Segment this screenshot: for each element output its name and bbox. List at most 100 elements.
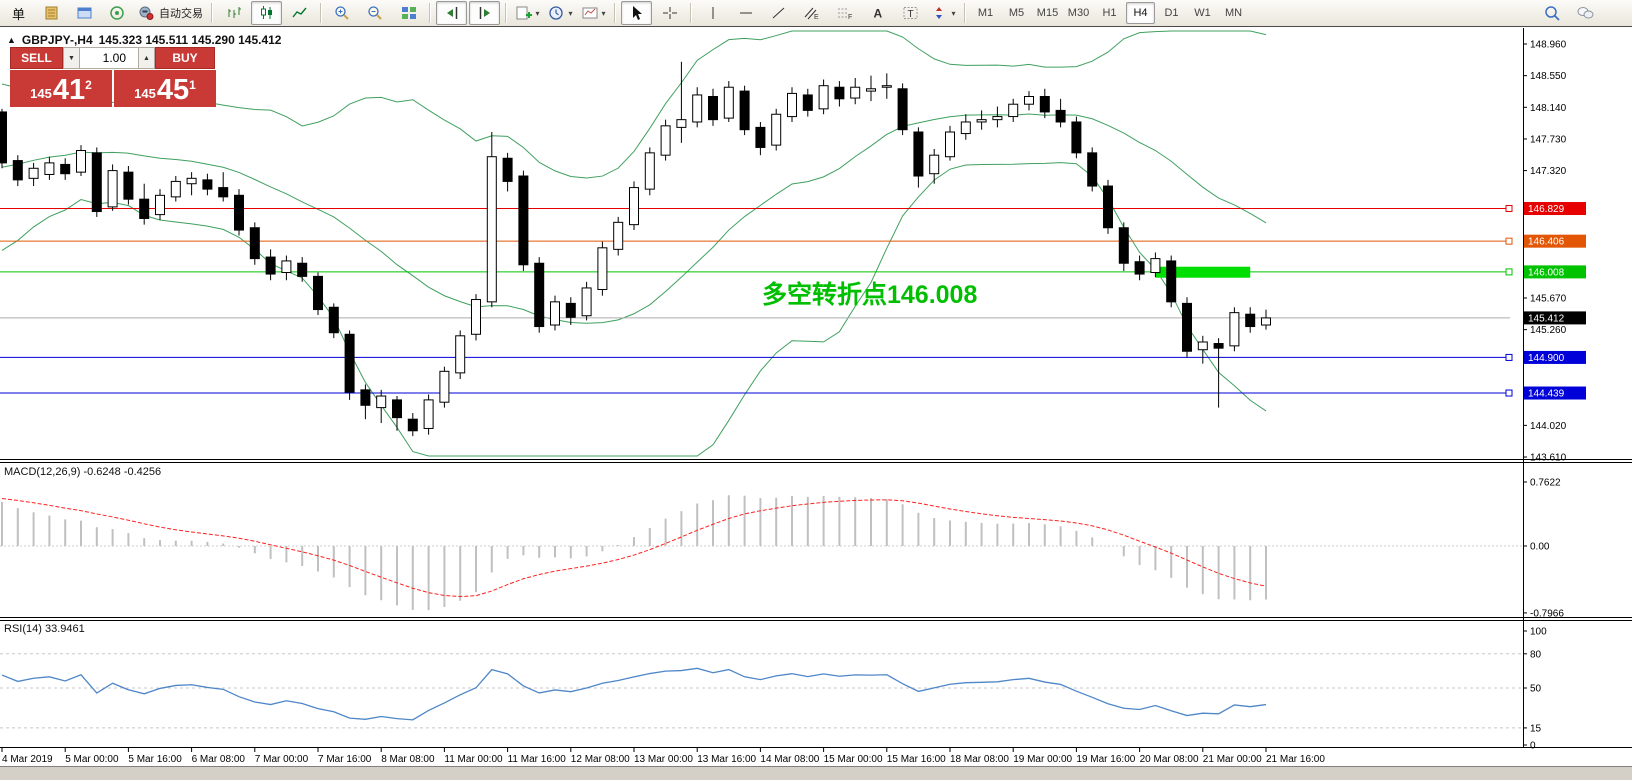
periods-button[interactable]: ▾: [545, 1, 576, 25]
zoom-out-button[interactable]: [360, 1, 391, 25]
signals-icon[interactable]: [102, 1, 133, 25]
volume-decrease-button[interactable]: ▼: [63, 47, 80, 69]
svg-text:F: F: [848, 14, 852, 21]
bear-candle: [503, 158, 512, 181]
bull-candle: [187, 178, 196, 183]
market-watch-icon[interactable]: [36, 1, 67, 25]
bear-candle: [329, 307, 338, 332]
bear-candle: [235, 195, 244, 230]
macd-axis-tick: 0.00: [1530, 542, 1550, 553]
arrows-icon: [931, 5, 949, 21]
collapse-arrow-icon[interactable]: ▲: [7, 35, 16, 45]
chart-area[interactable]: 多空转折点146.008148.960148.550148.140147.730…: [0, 0, 1632, 780]
rsi-axis-tick: 100: [1530, 627, 1547, 638]
timeframe-h4-button[interactable]: H4: [1126, 2, 1155, 24]
cursor-button[interactable]: [621, 1, 652, 25]
fibonacci-button[interactable]: F: [829, 1, 860, 25]
trendline-button[interactable]: [763, 1, 794, 25]
zoom-in-button[interactable]: [327, 1, 358, 25]
channel-button[interactable]: E: [796, 1, 827, 25]
auto-trading-button[interactable]: 自动交易: [135, 1, 206, 25]
timeframe-mn-button[interactable]: MN: [1219, 2, 1248, 24]
channel-icon: E: [803, 5, 821, 21]
dropdown-arrow-icon[interactable]: ▾: [951, 9, 955, 18]
rsi-axis-tick: 0: [1530, 741, 1536, 752]
bull-candle: [882, 86, 891, 88]
arrows-button[interactable]: ▾: [928, 1, 959, 25]
candlestick-chart-button[interactable]: [251, 1, 282, 25]
time-axis-label: 13 Mar 00:00: [634, 754, 693, 765]
timeframe-m30-button[interactable]: M30: [1064, 2, 1093, 24]
window-footer: [0, 766, 1632, 780]
bull-candle: [424, 400, 433, 429]
rsi-axis-tick: 80: [1530, 649, 1542, 660]
timeframe-m1-button[interactable]: M1: [971, 2, 1000, 24]
bear-candle: [1167, 261, 1176, 302]
time-axis-label: 14 Mar 08:00: [760, 754, 819, 765]
bull-candle: [156, 195, 165, 214]
bull-candle: [661, 126, 670, 155]
time-axis-label: 19 Mar 16:00: [1076, 754, 1135, 765]
timeframe-w1-button[interactable]: W1: [1188, 2, 1217, 24]
dropdown-arrow-icon[interactable]: ▾: [535, 9, 539, 18]
bull-candle: [1198, 342, 1207, 350]
volume-input[interactable]: [80, 47, 138, 69]
tile-windows-button[interactable]: [393, 1, 424, 25]
auto-scroll-button[interactable]: [469, 1, 500, 25]
bull-candle: [108, 171, 117, 207]
bear-candle: [314, 276, 323, 309]
timeframe-d1-button[interactable]: D1: [1157, 2, 1186, 24]
annotation-text[interactable]: 多空转折点146.008: [762, 280, 977, 309]
sell-price-display[interactable]: 145 41 2: [10, 70, 112, 107]
text-button[interactable]: A: [862, 1, 893, 25]
dropdown-arrow-icon[interactable]: ▾: [601, 9, 605, 18]
bear-candle: [1104, 186, 1113, 228]
bear-candle: [1040, 96, 1049, 111]
timeframe-m15-button[interactable]: M15: [1033, 2, 1062, 24]
buy-price-pips: 45: [157, 77, 189, 104]
bull-candle: [993, 117, 1002, 120]
buy-price-display[interactable]: 145 45 1: [114, 70, 216, 107]
symbol-period-label: GBPJPY-,H4: [22, 33, 93, 47]
bull-candle: [551, 302, 560, 325]
bull-candle: [472, 300, 481, 335]
bear-candle: [13, 161, 22, 180]
linechart-icon: [291, 5, 309, 21]
indicators-button[interactable]: ▾: [512, 1, 543, 25]
vertical-line-button[interactable]: [697, 1, 728, 25]
timeframe-h1-button[interactable]: H1: [1095, 2, 1124, 24]
text-label-button[interactable]: T: [895, 1, 926, 25]
shift-end-button[interactable]: [436, 1, 467, 25]
bull-candle: [930, 155, 939, 174]
sell-button[interactable]: SELL: [10, 47, 63, 69]
terminal-icon[interactable]: [69, 1, 100, 25]
timeframe-m5-button[interactable]: M5: [1002, 2, 1031, 24]
buy-button[interactable]: BUY: [155, 47, 215, 69]
volume-increase-button[interactable]: ▲: [138, 47, 155, 69]
bull-candle: [45, 163, 54, 175]
chat-icon[interactable]: [1570, 1, 1601, 25]
bull-candle: [1025, 96, 1034, 104]
macd-axis-tick: 0.7622: [1530, 477, 1561, 488]
bear-candle: [92, 153, 101, 212]
bar-chart-button[interactable]: [218, 1, 249, 25]
toolbar-separator: [614, 3, 616, 23]
bull-candle: [77, 151, 86, 173]
bull-candle: [851, 87, 860, 98]
horizontal-line-button[interactable]: [730, 1, 761, 25]
svg-text:T: T: [907, 9, 913, 20]
bear-candle: [124, 172, 133, 199]
dropdown-arrow-icon[interactable]: ▾: [568, 9, 572, 18]
templates-button[interactable]: ▾: [578, 1, 609, 25]
book-icon: [43, 5, 61, 21]
bull-candle: [377, 396, 386, 408]
macd-axis-tick: -0.7966: [1530, 608, 1564, 619]
crosshair-button[interactable]: [654, 1, 685, 25]
search-icon[interactable]: [1537, 1, 1568, 25]
line-chart-button[interactable]: [284, 1, 315, 25]
time-axis-label: 4 Mar 2019: [2, 754, 53, 765]
bull-candle: [171, 181, 180, 196]
price-axis-tick: 145.670: [1530, 293, 1567, 304]
new-order-button-partial[interactable]: 单: [3, 1, 34, 25]
time-axis-label: 21 Mar 00:00: [1203, 754, 1262, 765]
